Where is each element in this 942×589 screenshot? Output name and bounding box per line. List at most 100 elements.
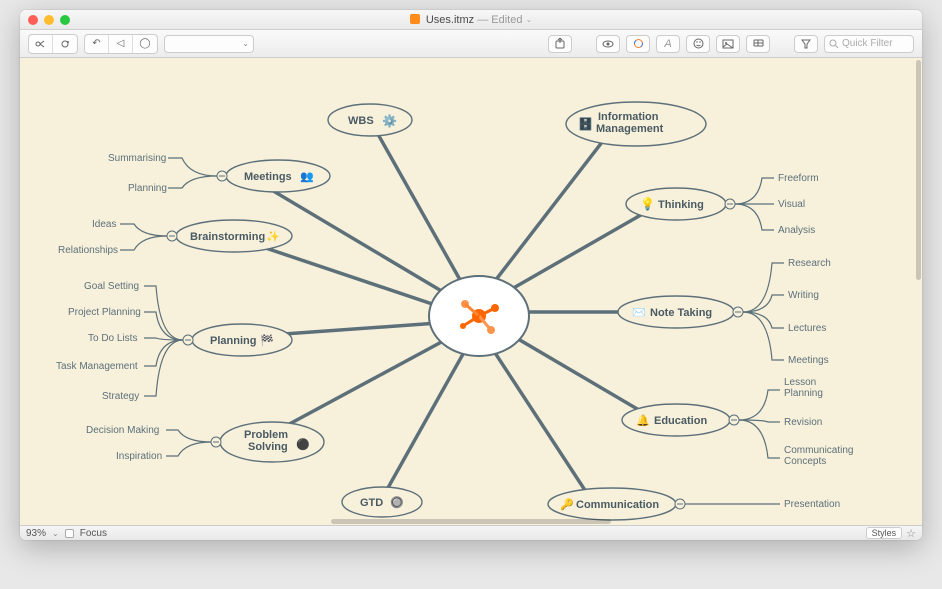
branch: [739, 420, 780, 458]
node-brainstorming[interactable]: Brainstorming ✨: [167, 220, 292, 252]
disc-icon: ⚫: [296, 438, 310, 451]
node-note-taking[interactable]: ✉️ Note Taking: [618, 296, 743, 328]
redo-button[interactable]: ◁: [109, 35, 133, 53]
leaf-ideas[interactable]: Ideas: [92, 219, 116, 230]
mindmap[interactable]: WBS ⚙️ 🗄️ InformationManagement Meetings…: [20, 58, 922, 525]
branch: [144, 340, 183, 366]
node-label: Meetings: [244, 171, 292, 183]
horizontal-scrollbar[interactable]: [331, 519, 611, 524]
branch: [166, 430, 211, 442]
node-problem-solving[interactable]: ProblemSolving ⚫: [211, 422, 324, 462]
zoom-level[interactable]: 93%: [26, 528, 46, 539]
search-input[interactable]: Quick Filter: [824, 35, 914, 53]
node-wbs[interactable]: WBS ⚙️: [328, 104, 412, 136]
filter-button[interactable]: [794, 35, 818, 53]
leaf-comm-l1[interactable]: Communicating: [784, 445, 853, 456]
app-window: Uses.itmz — Edited ⌄ ↶ ◁ ◯ ⌄ A Quick Fil…: [20, 10, 922, 540]
node-label: Brainstorming: [190, 231, 265, 243]
emoji-button[interactable]: [686, 35, 710, 53]
node-gtd[interactable]: GTD 🔘: [342, 487, 422, 517]
leaf-task-mgmt[interactable]: Task Management: [56, 361, 138, 372]
flag-icon: 🏁: [260, 334, 274, 347]
node-info-mgmt[interactable]: 🗄️ InformationManagement: [566, 102, 706, 146]
leaf-research[interactable]: Research: [788, 258, 831, 269]
titlebar[interactable]: Uses.itmz — Edited ⌄: [20, 10, 922, 30]
leaf-planning[interactable]: Planning: [128, 183, 167, 194]
node-label: Thinking: [658, 199, 704, 211]
leaf-decision[interactable]: Decision Making: [86, 425, 159, 436]
svg-text:CommunicatingConcepts: CommunicatingConcepts: [784, 445, 853, 467]
search-placeholder: Quick Filter: [842, 38, 893, 49]
node-communication[interactable]: 🔑 Communication: [548, 488, 685, 520]
leaf-revision[interactable]: Revision: [784, 417, 822, 428]
filename: Uses.itmz: [426, 14, 474, 26]
canvas[interactable]: WBS ⚙️ 🗄️ InformationManagement Meetings…: [20, 58, 922, 525]
node-label: WBS: [348, 115, 374, 127]
branch: [168, 158, 217, 176]
spark-icon: ✨: [266, 230, 280, 243]
leaf-comm-l2[interactable]: Concepts: [784, 456, 826, 467]
leaf-relationships[interactable]: Relationships: [58, 245, 118, 256]
grid-button[interactable]: [746, 35, 770, 53]
node-label: Communication: [576, 499, 659, 511]
leaf-visual[interactable]: Visual: [778, 199, 805, 210]
node-planning[interactable]: Planning 🏁: [183, 324, 292, 356]
branch: [739, 390, 780, 420]
branch: [735, 204, 774, 230]
svg-text:LessonPlanning: LessonPlanning: [784, 377, 823, 399]
branch: [168, 176, 217, 188]
leaf-freeform[interactable]: Freeform: [778, 173, 819, 184]
node-label-line1: Information: [598, 111, 659, 123]
bell-icon: 🔔: [636, 414, 650, 427]
bulb-icon: 💡: [640, 197, 655, 211]
chevron-down-icon[interactable]: ⌄: [526, 15, 533, 24]
node-education[interactable]: 🔔 Education: [622, 404, 739, 436]
leaf-meetings2[interactable]: Meetings: [788, 355, 829, 366]
branch: [743, 263, 784, 312]
edited-indicator: — Edited: [477, 14, 522, 26]
leaf-lesson-l2[interactable]: Planning: [784, 388, 823, 399]
style-select[interactable]: ⌄: [164, 35, 254, 53]
font-button[interactable]: A: [656, 35, 680, 53]
styles-button[interactable]: Styles: [866, 527, 903, 539]
branch: [166, 442, 211, 456]
leaf-summarising[interactable]: Summarising: [108, 153, 166, 164]
window-title: Uses.itmz — Edited ⌄: [20, 14, 922, 26]
callout-button[interactable]: ◯: [133, 35, 157, 53]
leaf-lesson-l1[interactable]: Lesson: [784, 377, 816, 388]
branch: [735, 178, 774, 204]
focus-label: Focus: [80, 528, 107, 539]
leaf-project-planning[interactable]: Project Planning: [68, 307, 141, 318]
gears-icon: ⚙️: [382, 114, 397, 128]
star-icon[interactable]: ☆: [906, 527, 916, 540]
leaf-goal-setting[interactable]: Goal Setting: [84, 281, 139, 292]
leaf-presentation[interactable]: Presentation: [784, 499, 840, 510]
target-icon: 🔘: [390, 496, 404, 509]
color-button[interactable]: [626, 35, 650, 53]
focus-checkbox[interactable]: [65, 529, 74, 538]
chevron-down-icon[interactable]: ⌄: [52, 529, 59, 538]
vertical-scrollbar[interactable]: [916, 60, 921, 280]
node-label: Planning: [210, 335, 256, 347]
outline-view-button[interactable]: [53, 35, 77, 53]
image-button[interactable]: [716, 35, 740, 53]
statusbar: 93% ⌄ Focus Styles ☆: [20, 525, 922, 540]
node-label: Education: [654, 415, 707, 427]
leaf-lectures[interactable]: Lectures: [788, 323, 826, 334]
share-button[interactable]: [548, 35, 572, 53]
eye-button[interactable]: [596, 35, 620, 53]
history-group: ↶ ◁ ◯: [84, 34, 158, 54]
leaf-inspiration[interactable]: Inspiration: [116, 451, 162, 462]
search-icon: [829, 39, 839, 49]
leaf-todo-lists[interactable]: To Do Lists: [88, 333, 137, 344]
leaf-analysis[interactable]: Analysis: [778, 225, 815, 236]
leaf-writing[interactable]: Writing: [788, 290, 819, 301]
node-meetings[interactable]: Meetings 👥: [217, 160, 330, 192]
node-thinking[interactable]: 💡 Thinking: [626, 188, 735, 220]
undo-button[interactable]: ↶: [85, 35, 109, 53]
mindmap-view-button[interactable]: [29, 35, 53, 53]
database-icon: 🗄️: [578, 117, 593, 131]
leaf-strategy[interactable]: Strategy: [102, 391, 139, 402]
view-mode-group: [28, 34, 78, 54]
toolbar: ↶ ◁ ◯ ⌄ A Quick Filter: [20, 30, 922, 58]
